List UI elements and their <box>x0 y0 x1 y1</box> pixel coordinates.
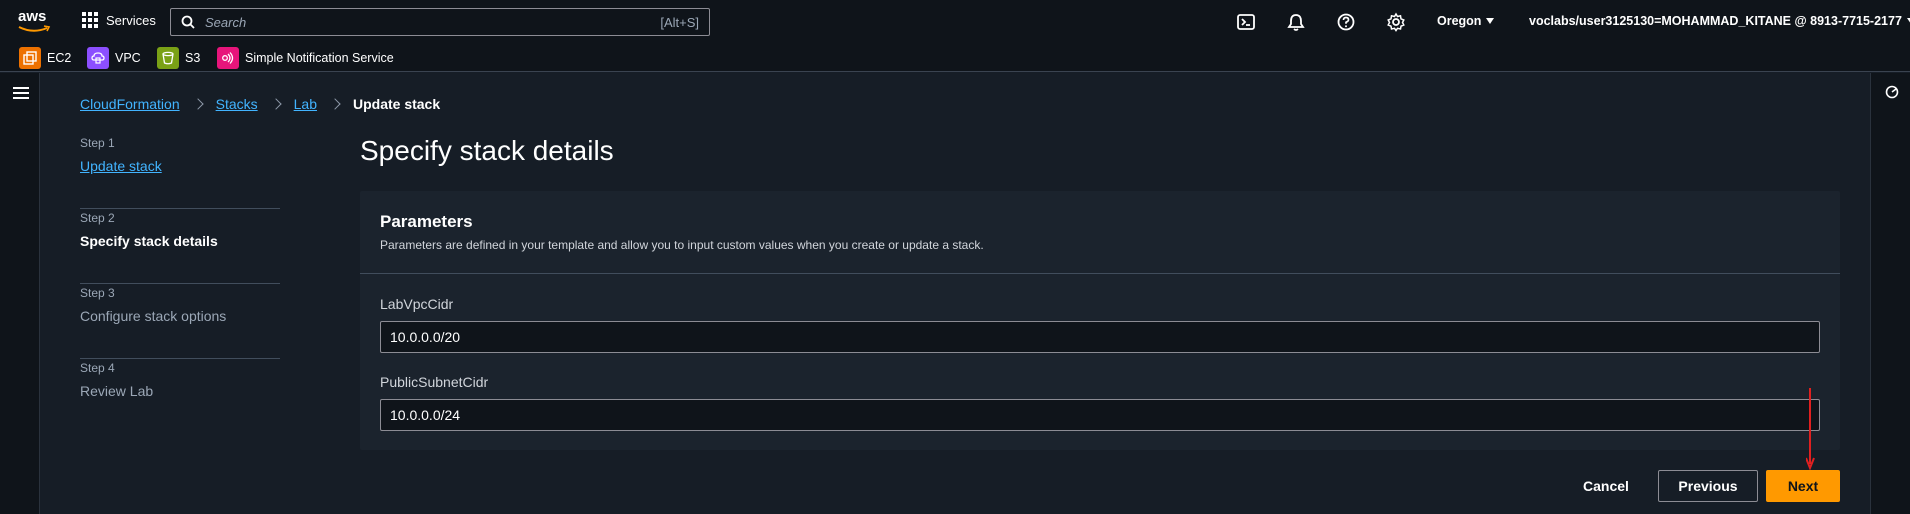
wizard-step-2: Step 2 Specify stack details <box>80 209 280 284</box>
favorite-label: Simple Notification Service <box>245 51 394 65</box>
breadcrumb: CloudFormation Stacks Lab Update stack <box>80 96 440 112</box>
page-title: Specify stack details <box>360 135 614 166</box>
services-label: Services <box>106 12 156 28</box>
info-panel-icon[interactable] <box>1885 85 1899 99</box>
account-menu[interactable]: voclabs/user3125130=MOHAMMAD_KITANE @ 89… <box>1529 14 1910 28</box>
panel-title: Parameters <box>380 212 473 231</box>
aws-logo[interactable]: aws <box>18 9 52 35</box>
region-label: Oregon <box>1437 14 1482 28</box>
step-number: Step 4 <box>80 361 115 375</box>
favorite-sns[interactable]: Simple Notification Service <box>217 47 394 69</box>
help-icon[interactable] <box>1336 12 1356 32</box>
ec2-icon <box>19 47 41 69</box>
favorite-label: S3 <box>185 51 201 65</box>
step-number: Step 1 <box>80 136 115 150</box>
right-rail <box>1870 73 1910 514</box>
param-labvpccidr: LabVpcCidr <box>380 296 1820 353</box>
field-label: LabVpcCidr <box>380 296 454 312</box>
search-input[interactable] <box>205 14 661 30</box>
search-bar[interactable]: [Alt+S] <box>170 8 710 36</box>
aws-smile-icon <box>18 25 51 32</box>
step-label: Review Lab <box>80 383 154 399</box>
account-label: voclabs/user3125130=MOHAMMAD_KITANE @ 89… <box>1529 14 1902 28</box>
top-navigation-bar: aws Services [Alt+S] O <box>0 0 1910 44</box>
step-number: Step 2 <box>80 211 115 225</box>
next-button[interactable]: Next <box>1766 470 1840 502</box>
param-publicsubnetcidr: PublicSubnetCidr <box>380 374 1820 431</box>
breadcrumb-chevron-icon <box>269 98 282 110</box>
favorites-bar: EC2 VPC S3 Simple Notification Service <box>0 44 1910 72</box>
wizard-step-1: Step 1 Update stack <box>80 134 280 209</box>
field-label: PublicSubnetCidr <box>380 374 489 390</box>
breadcrumb-stacks[interactable]: Stacks <box>216 96 258 112</box>
wizard-step-4: Step 4 Review Lab <box>80 359 280 434</box>
breadcrumb-chevron-icon <box>191 98 204 110</box>
wizard-step-3: Step 3 Configure stack options <box>80 284 280 359</box>
favorite-label: EC2 <box>47 51 72 65</box>
breadcrumb-lab[interactable]: Lab <box>294 96 317 112</box>
s3-icon <box>157 47 179 69</box>
step-number: Step 3 <box>80 286 115 300</box>
sns-icon <box>217 47 239 69</box>
breadcrumb-chevron-icon <box>329 98 341 110</box>
step-label-current: Specify stack details <box>80 233 218 249</box>
annotation-arrow-icon <box>1806 388 1815 470</box>
menu-toggle-icon[interactable] <box>13 87 29 99</box>
step-link-update-stack[interactable]: Update stack <box>80 158 280 174</box>
notifications-icon[interactable] <box>1286 12 1306 32</box>
region-caret-icon <box>1486 18 1495 24</box>
labvpccidr-input[interactable] <box>380 321 1820 353</box>
services-grid-icon <box>82 12 98 28</box>
cancel-button[interactable]: Cancel <box>1572 470 1640 502</box>
favorite-label: VPC <box>115 51 141 65</box>
wizard-steps: Step 1 Update stack Step 2 Specify stack… <box>80 134 280 434</box>
favorite-s3[interactable]: S3 <box>157 47 200 69</box>
search-shortcut-hint: [Alt+S] <box>660 14 699 30</box>
panel-header: Parameters Parameters are defined in you… <box>360 191 1840 274</box>
aws-logo-text: aws <box>18 8 47 25</box>
left-rail <box>0 73 40 514</box>
region-selector[interactable]: Oregon <box>1437 14 1495 28</box>
breadcrumb-cloudformation[interactable]: CloudFormation <box>80 96 180 112</box>
vpc-icon <box>87 47 109 69</box>
favorite-vpc[interactable]: VPC <box>87 47 141 69</box>
favorite-ec2[interactable]: EC2 <box>19 47 71 69</box>
step-label: Configure stack options <box>80 308 227 324</box>
previous-button[interactable]: Previous <box>1658 470 1758 502</box>
settings-icon[interactable] <box>1386 12 1406 32</box>
services-menu-button[interactable]: Services <box>82 12 156 28</box>
search-icon <box>181 15 195 29</box>
cloudshell-icon[interactable] <box>1236 12 1256 32</box>
parameters-panel: Parameters Parameters are defined in you… <box>360 191 1840 450</box>
panel-description: Parameters are defined in your template … <box>380 238 984 252</box>
breadcrumb-current: Update stack <box>352 96 441 112</box>
publicsubnetcidr-input[interactable] <box>380 399 1820 431</box>
